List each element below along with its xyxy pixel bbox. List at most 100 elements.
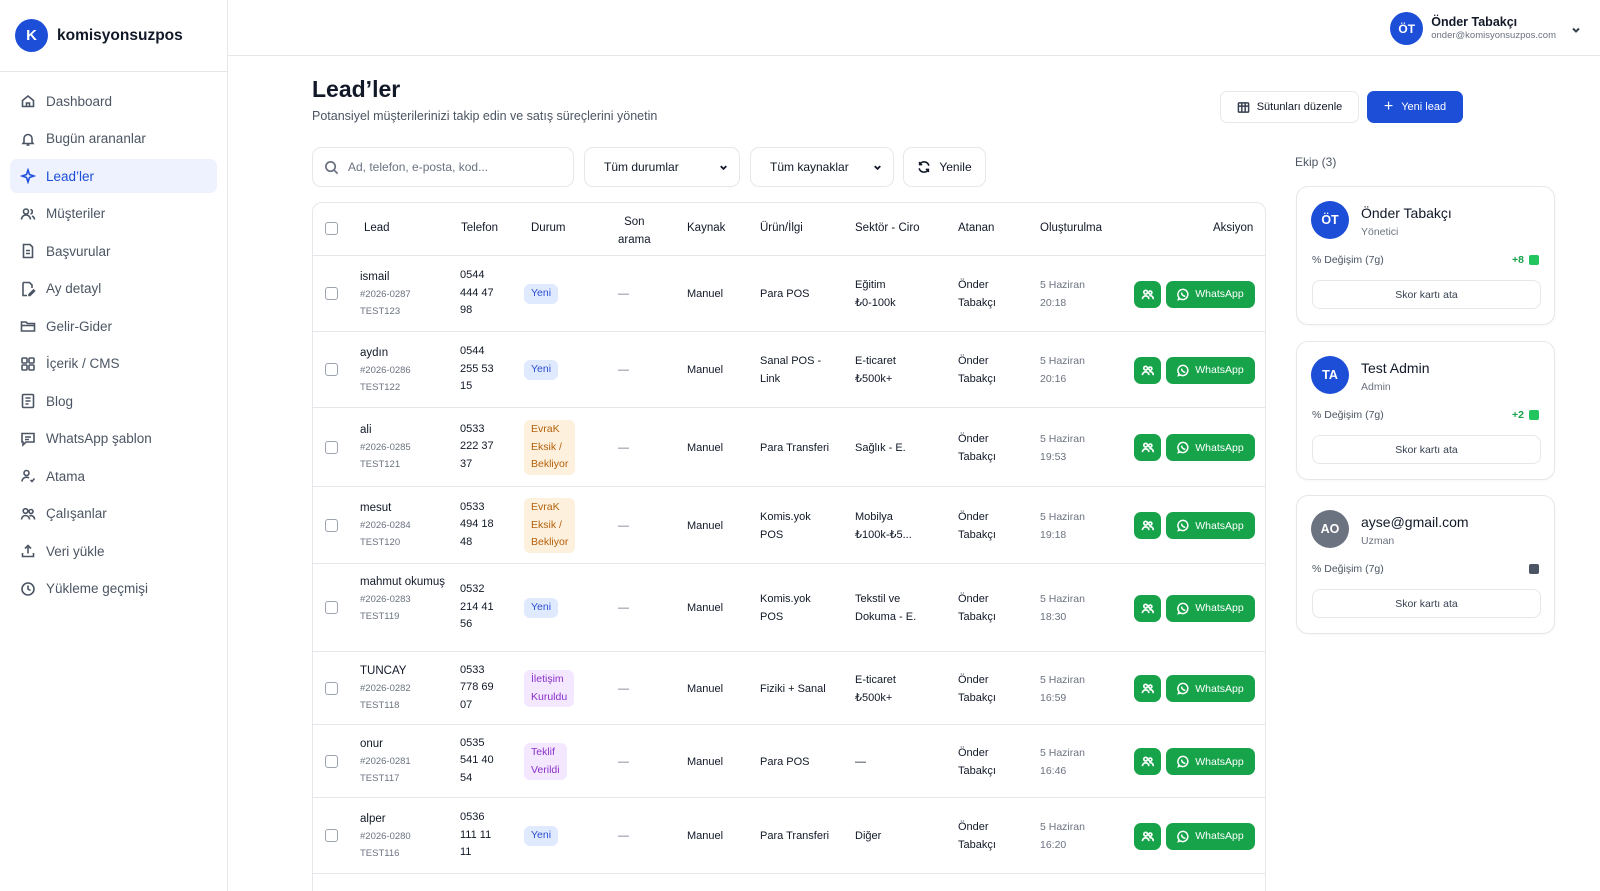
col-header-phone[interactable]: Telefon	[461, 222, 498, 234]
assign-scorecard-button[interactable]: Skor kartı ata	[1312, 435, 1541, 464]
table-row[interactable]: onur #2026-0281 TEST117 0535 541 40 54 Teklif V…	[313, 725, 1265, 798]
status-filter-select[interactable]: Tüm durumlar	[584, 147, 740, 187]
assign-button[interactable]	[1134, 280, 1161, 308]
row-checkbox[interactable]	[325, 518, 338, 532]
col-header-product[interactable]: Ürün/İlgi	[760, 222, 803, 234]
select-all-checkbox[interactable]	[325, 222, 338, 235]
assignee-cell: Önder Tabakçı	[958, 430, 996, 466]
assign-button[interactable]	[1134, 675, 1161, 702]
refresh-button[interactable]: Yenile	[903, 147, 986, 187]
edit-columns-button[interactable]: Sütunları düzenle	[1220, 91, 1359, 123]
sidebar-item-11[interactable]: Çalışanlar	[10, 497, 217, 531]
sidebar-item-13[interactable]: Yükleme geçmişi	[10, 572, 217, 606]
lead-cell[interactable]: TUNCAY #2026-0282 TEST118	[360, 663, 445, 714]
new-lead-button[interactable]: + Yeni lead	[1367, 91, 1463, 123]
assign-button[interactable]	[1134, 434, 1161, 461]
sidebar-item-label: İçerik / CMS	[46, 356, 120, 371]
team-member-card[interactable]: ÖT Önder Tabakçı Yönetici % Değişim (7g) +8 S…	[1296, 186, 1555, 325]
team-member-card[interactable]: TA Test Admin Admin % Değişim (7g) +2 Skor ka…	[1296, 341, 1555, 480]
assign-button[interactable]	[1134, 594, 1161, 622]
search-box[interactable]	[312, 147, 574, 187]
status-badge[interactable]: Yeni	[524, 360, 559, 380]
lead-name[interactable]: mahmut okumuş	[360, 574, 445, 591]
sidebar-item-7[interactable]: İçerik / CMS	[10, 347, 217, 381]
lead-cell[interactable]: onur #2026-0281 TEST117	[360, 736, 445, 787]
lead-name[interactable]: aydın	[360, 345, 445, 362]
sidebar-item-8[interactable]: Blog	[10, 384, 217, 418]
status-badge[interactable]: EvraK Eksik / Bekliyor	[524, 420, 576, 475]
lead-name[interactable]: onur	[360, 736, 445, 753]
sidebar-item-0[interactable]: Dashboard	[10, 84, 217, 118]
assign-scorecard-button[interactable]: Skor kartı ata	[1312, 589, 1541, 618]
sidebar-item-1[interactable]: Bugün arananlar	[10, 122, 217, 156]
table-row[interactable]: aydın #2026-0286 TEST122 0544 255 53 15 Yeni — M…	[313, 332, 1265, 408]
sidebar-item-3[interactable]: Müşteriler	[10, 197, 217, 231]
whatsapp-button[interactable]: WhatsApp	[1166, 748, 1255, 775]
assign-button[interactable]	[1134, 512, 1161, 539]
status-badge[interactable]: Yeni	[524, 826, 559, 846]
lead-name[interactable]: TUNCAY	[360, 663, 445, 680]
col-header-lead[interactable]: Lead	[364, 222, 390, 234]
whatsapp-button[interactable]: WhatsApp	[1166, 434, 1255, 461]
col-header-status[interactable]: Durum	[531, 222, 566, 234]
sidebar-item-9[interactable]: WhatsApp şablon	[10, 422, 217, 456]
whatsapp-button[interactable]: WhatsApp	[1166, 512, 1255, 539]
status-badge[interactable]: EvraK Eksik / Bekliyor	[524, 498, 576, 553]
chevron-down-icon[interactable]	[1570, 23, 1582, 35]
assign-scorecard-button[interactable]: Skor kartı ata	[1312, 280, 1541, 309]
row-checkbox[interactable]	[325, 363, 338, 376]
search-input[interactable]	[348, 160, 563, 174]
row-checkbox[interactable]	[325, 829, 338, 842]
sidebar-item-12[interactable]: Veri yükle	[10, 534, 217, 568]
table-row[interactable]: ismail #2026-0287 TEST123 0544 444 47 98 Yeni —…	[313, 256, 1265, 332]
lead-name[interactable]: ali	[360, 422, 445, 439]
assign-button[interactable]	[1134, 356, 1161, 384]
sidebar-item-10[interactable]: Atama	[10, 459, 217, 493]
row-checkbox[interactable]	[325, 681, 338, 695]
lead-name[interactable]: mesut	[360, 500, 445, 517]
sidebar-item-4[interactable]: Başvurular	[10, 234, 217, 268]
col-header-created[interactable]: Oluşturulma	[1040, 222, 1102, 234]
user-menu[interactable]: ÖT Önder Tabakçı onder@komisyonsuzpos.co…	[1390, 12, 1582, 45]
lead-cell[interactable]: ali #2026-0285 TEST121	[360, 422, 445, 473]
table-row[interactable]: mahmut okumuş #2026-0283 TEST119 0532 214 41…	[313, 564, 1265, 652]
lead-name[interactable]: ismail	[360, 269, 445, 286]
assign-button[interactable]	[1134, 748, 1161, 775]
product-cell: Para POS	[760, 285, 810, 303]
source-filter-select[interactable]: Tüm kaynaklar	[750, 147, 894, 187]
col-header-last-call[interactable]: Son arama	[618, 213, 651, 249]
col-header-assignee[interactable]: Atanan	[958, 222, 994, 234]
table-row[interactable]: mesut #2026-0284 TEST120 0533 494 18 48 EvraK E…	[313, 487, 1265, 564]
status-badge[interactable]: Teklif Verildi	[524, 743, 567, 780]
whatsapp-button[interactable]: WhatsApp	[1166, 822, 1255, 850]
lead-cell[interactable]: aydın #2026-0286 TEST122	[360, 345, 445, 396]
table-row[interactable]: ali #2026-0285 TEST121 0533 222 37 37 EvraK Eks…	[313, 408, 1265, 487]
sidebar-item-2[interactable]: Lead’ler	[10, 159, 217, 193]
status-badge[interactable]: Yeni	[524, 284, 559, 304]
team-member-card[interactable]: AO ayse@gmail.com Uzman % Değişim (7g) Skor …	[1296, 495, 1555, 634]
lead-cell[interactable]: alper #2026-0280 TEST116	[360, 811, 445, 862]
leads-table: Lead Telefon Durum Son arama Kaynak Ürün…	[312, 202, 1266, 891]
table-row[interactable]: alper #2026-0280 TEST116 0536 111 11 11 Yeni — M…	[313, 798, 1265, 874]
sidebar-item-5[interactable]: Ay detayl	[10, 272, 217, 306]
col-header-source[interactable]: Kaynak	[687, 222, 725, 234]
whatsapp-button[interactable]: WhatsApp	[1166, 280, 1255, 308]
assign-button[interactable]	[1134, 822, 1161, 850]
lead-cell[interactable]: ismail #2026-0287 TEST123	[360, 269, 445, 320]
whatsapp-button[interactable]: WhatsApp	[1166, 594, 1255, 622]
row-checkbox[interactable]	[325, 440, 338, 454]
lead-name[interactable]: alper	[360, 811, 445, 828]
table-row[interactable]: TUNCAY #2026-0282 TEST118 0533 778 69 07 İleti…	[313, 652, 1265, 725]
lead-cell[interactable]: mesut #2026-0284 TEST120	[360, 500, 445, 551]
brand[interactable]: K komisyonsuzpos	[0, 0, 227, 72]
row-checkbox[interactable]	[325, 601, 338, 614]
lead-cell[interactable]: mahmut okumuş #2026-0283 TEST119	[360, 574, 445, 625]
sidebar-item-6[interactable]: Gelir-Gider	[10, 309, 217, 343]
status-badge[interactable]: Yeni	[524, 598, 559, 618]
col-header-sector[interactable]: Sektör - Ciro	[855, 222, 920, 234]
whatsapp-button[interactable]: WhatsApp	[1166, 675, 1255, 702]
row-checkbox[interactable]	[325, 287, 338, 300]
row-checkbox[interactable]	[325, 754, 338, 768]
status-badge[interactable]: İletişim Kuruldu	[524, 670, 575, 707]
whatsapp-button[interactable]: WhatsApp	[1166, 356, 1255, 384]
